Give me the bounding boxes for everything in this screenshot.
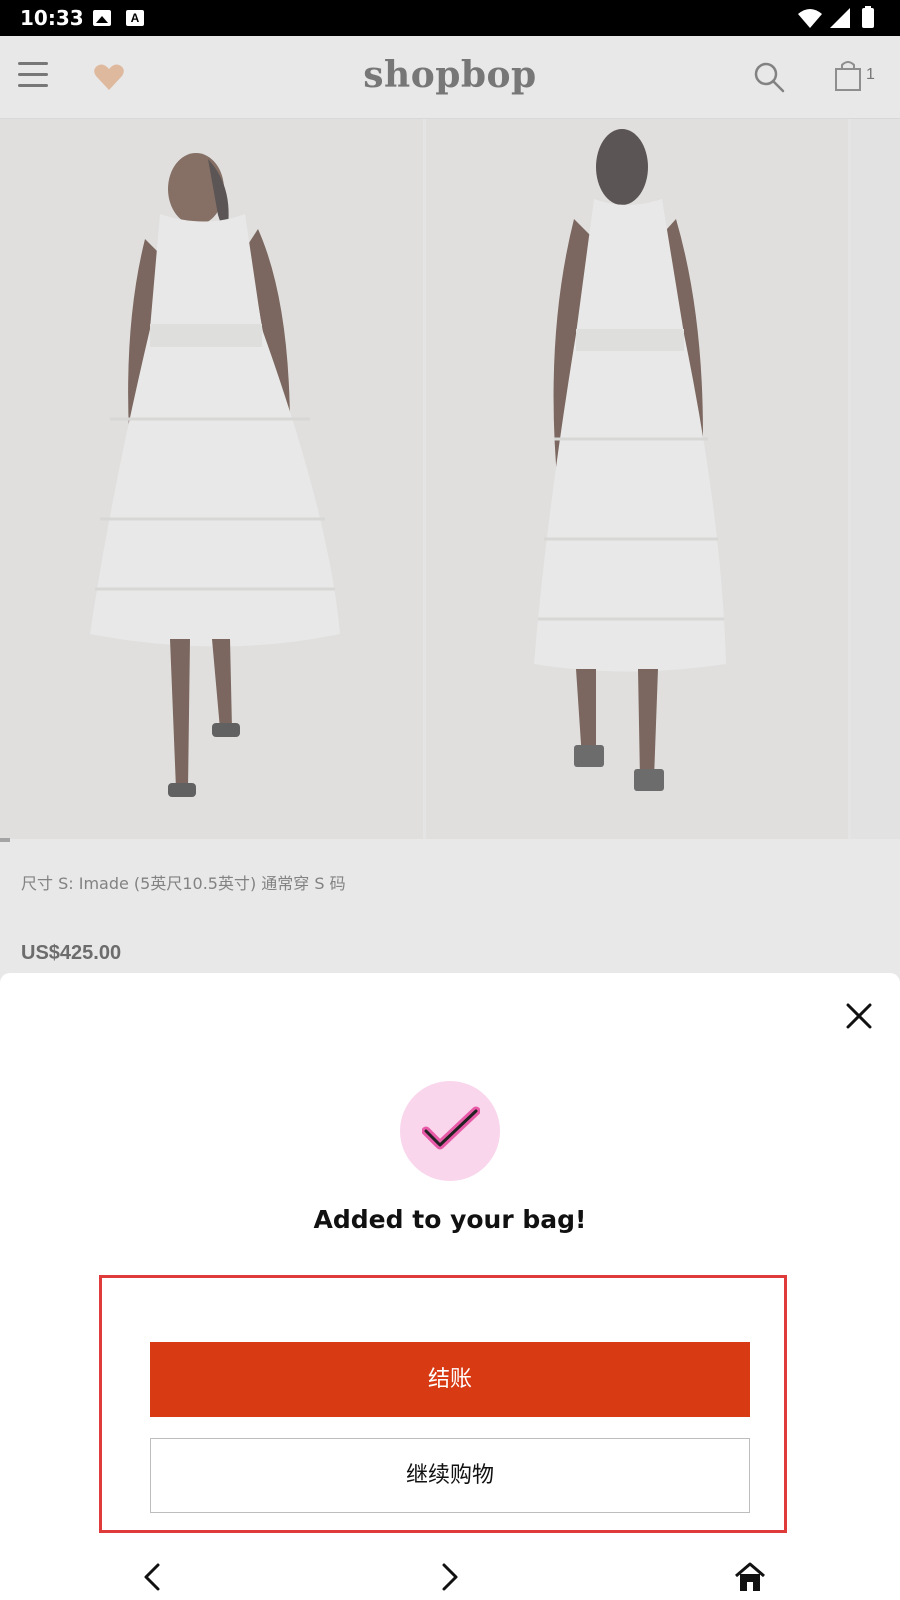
- font-a-icon: A: [126, 10, 144, 26]
- forward-chevron-icon[interactable]: [438, 1561, 462, 1593]
- cell-signal-icon: [830, 8, 850, 28]
- status-time: 10:33: [20, 6, 84, 30]
- checkmark-icon: [422, 1106, 480, 1150]
- bottom-nav-bar: [0, 1557, 900, 1600]
- continue-shopping-button[interactable]: 继续购物: [150, 1438, 750, 1513]
- battery-icon: [862, 8, 874, 28]
- checkout-button[interactable]: 结账: [150, 1342, 750, 1417]
- added-to-bag-title: Added to your bag!: [313, 1205, 587, 1234]
- added-to-bag-sheet: Added to your bag! 结账 继续购物: [0, 973, 900, 1600]
- status-bar: 10:33 A: [0, 0, 900, 36]
- back-chevron-icon[interactable]: [140, 1561, 164, 1593]
- wifi-icon: [798, 9, 822, 28]
- status-right-icons: [798, 6, 874, 28]
- close-icon[interactable]: [842, 999, 876, 1033]
- success-badge: [400, 1081, 500, 1181]
- photo-icon: [93, 10, 111, 26]
- home-icon[interactable]: [733, 1561, 767, 1593]
